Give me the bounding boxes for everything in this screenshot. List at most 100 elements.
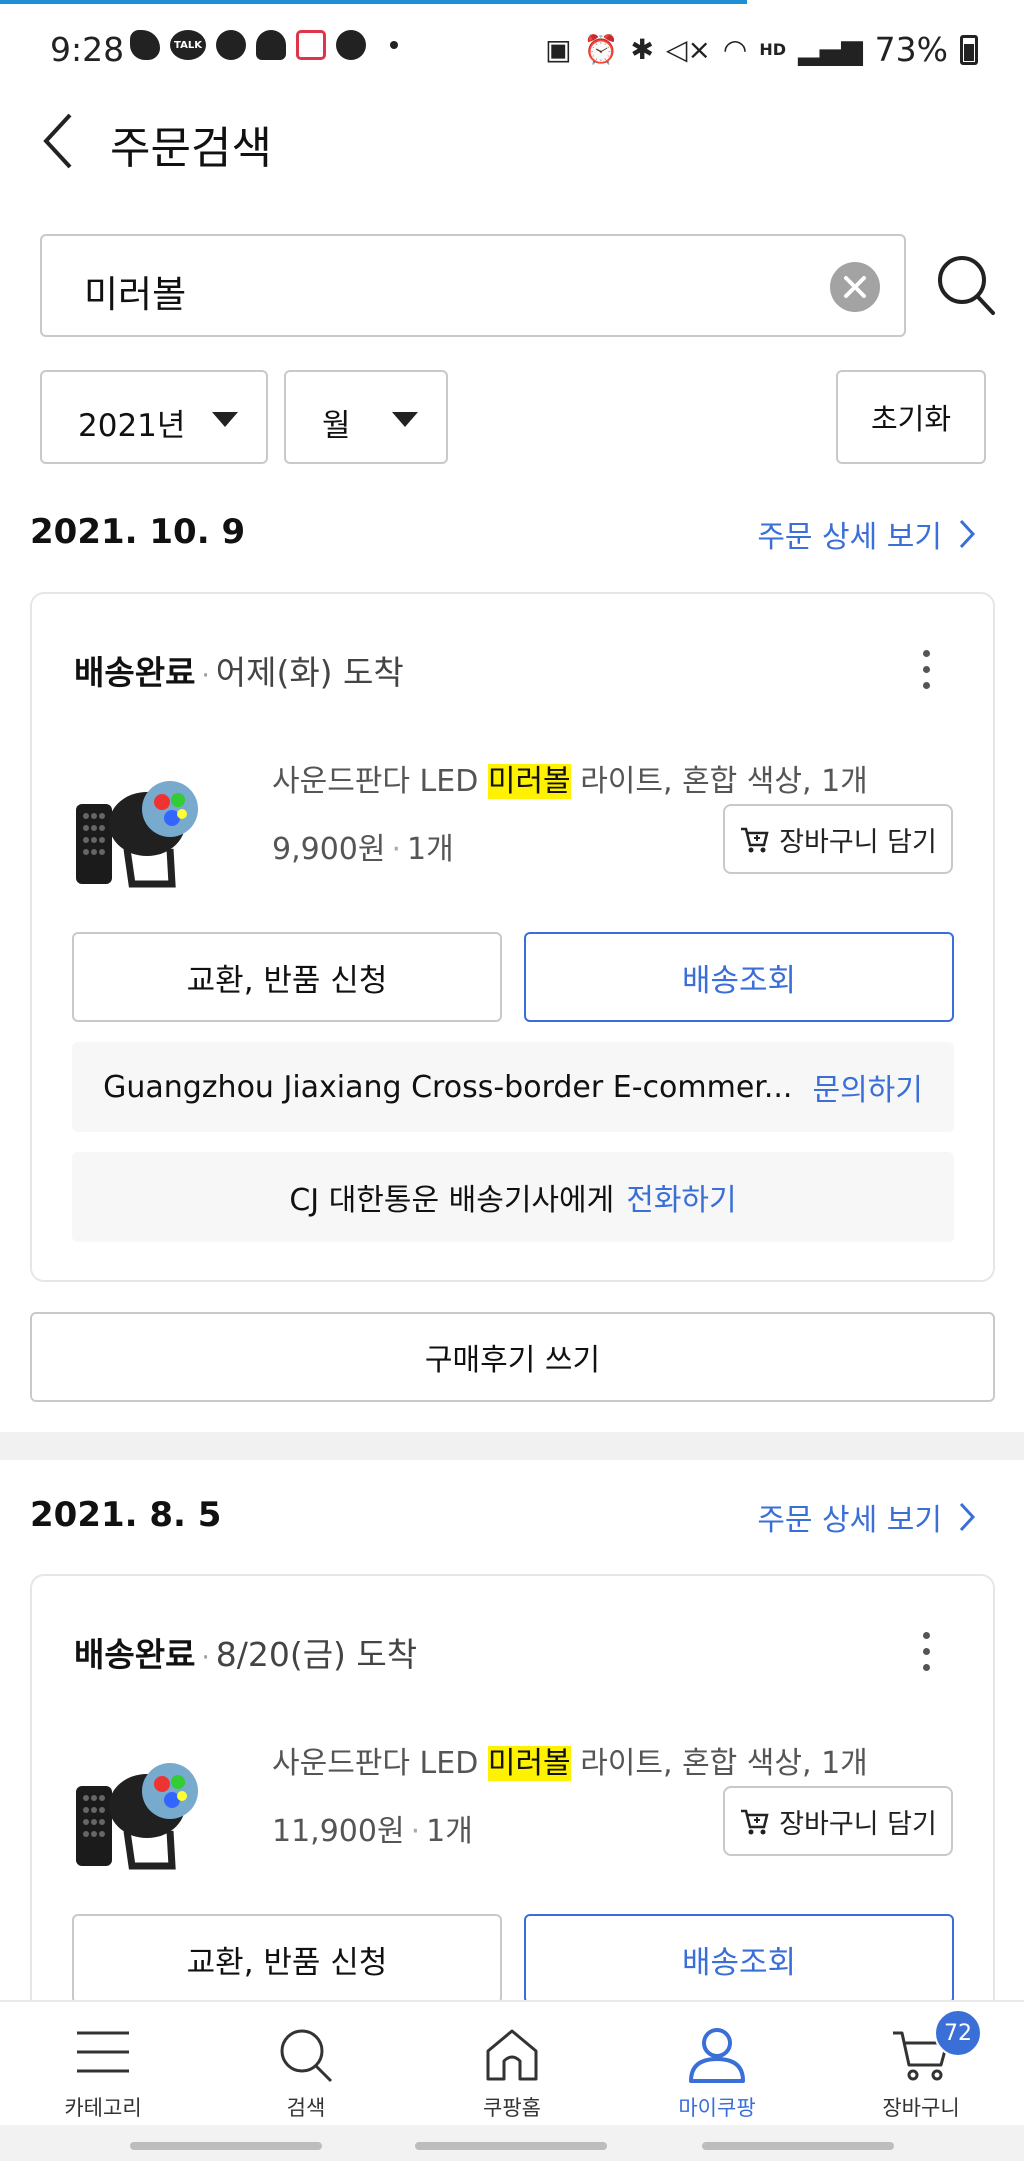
cart-plus-icon	[741, 827, 769, 853]
notification-icons: TALK	[130, 30, 398, 60]
battery-percent: 73%	[874, 30, 948, 69]
product-price: 9,900원 · 1개	[272, 832, 454, 867]
menu-icon	[77, 2031, 129, 2073]
bluetooth-icon: ✱	[630, 33, 654, 66]
price-value: 9,900원	[272, 832, 386, 867]
delivery-status-label: 배송완료	[74, 653, 196, 692]
exchange-return-button[interactable]: 교환, 반품 신청	[72, 932, 502, 1022]
nav-item-search[interactable]: 검색	[206, 2002, 406, 2127]
courier-name: CJ 대한통운 배송기사에게	[289, 1183, 615, 1218]
gesture-pill	[415, 2142, 607, 2150]
calendar-icon	[296, 30, 326, 60]
close-icon	[844, 276, 866, 298]
seller-contact-row: Guangzhou Jiaxiang Cross-border E-commer…	[72, 1042, 954, 1132]
order-detail-label: 주문 상세 보기	[757, 520, 942, 555]
user-icon	[689, 2028, 745, 2083]
delivery-status-label: 배송완료	[74, 1635, 196, 1674]
product-image[interactable]	[72, 1736, 202, 1876]
order-date: 2021. 8. 5	[30, 1495, 222, 1535]
price-value: 11,900원	[272, 1814, 405, 1849]
status-bar: 9:28 TALK ▣ ⏰ ✱ ◁× ◠ HD ▂▄▆ 73%	[0, 0, 1024, 100]
signal-icon: ▂▄▆	[798, 33, 863, 66]
cart-plus-icon	[741, 1809, 769, 1835]
separator-dot: ·	[201, 1643, 210, 1673]
chevron-right-icon	[959, 1502, 976, 1532]
search-keyword-highlight: 미러볼	[487, 764, 571, 799]
add-to-cart-label: 장바구니 담기	[779, 1808, 937, 1840]
courier-contact-row: CJ 대한통운 배송기사에게 전화하기	[72, 1152, 954, 1242]
section-divider	[0, 1432, 1024, 1460]
chat-bubble-icon	[216, 30, 246, 60]
reset-button[interactable]: 초기화	[836, 370, 986, 464]
gesture-pill	[702, 2142, 894, 2150]
search-icon	[938, 256, 995, 315]
cart-count-badge: 72	[934, 2009, 982, 2057]
hd-voice-badge: HD	[759, 39, 787, 59]
quantity-value: 1개	[407, 832, 454, 867]
courier-call-link[interactable]: 전화하기	[626, 1175, 736, 1219]
battery-saver-icon: ▣	[545, 33, 572, 66]
add-to-cart-button[interactable]: 장바구니 담기	[723, 1786, 953, 1856]
seller-inquiry-link[interactable]: 문의하기	[812, 1065, 922, 1109]
order-detail-link[interactable]: 주문 상세 보기	[757, 512, 976, 556]
nav-label: 마이쿠팡	[678, 2096, 756, 2120]
search-input-value: 미러볼	[84, 273, 187, 316]
product-name[interactable]: 사운드판다 LED 미러볼 라이트, 혼합 색상, 1개	[272, 1738, 868, 1782]
chevron-down-icon	[392, 412, 418, 427]
year-select-value: 2021년	[78, 408, 186, 444]
product-price: 11,900원 · 1개	[272, 1814, 473, 1849]
nav-item-mycoupang[interactable]: 마이쿠팡	[617, 2002, 817, 2127]
order-card: 배송완료 · 8/20(금) 도착 사운드판다 LED 미러볼 라이트, 혼합 색상…	[30, 1574, 995, 2034]
quantity-value: 1개	[426, 1814, 473, 1849]
wifi-icon: ◠	[722, 33, 748, 66]
more-options-icon[interactable]	[923, 1632, 933, 1680]
clear-search-button[interactable]	[830, 262, 880, 312]
nav-label: 카테고리	[64, 2096, 142, 2120]
mute-icon: ◁×	[665, 33, 711, 66]
order-detail-label: 주문 상세 보기	[757, 1503, 942, 1538]
home-icon	[486, 2029, 538, 2081]
write-review-button[interactable]: 구매후기 쓰기	[30, 1312, 995, 1402]
arrival-date: 어제(화) 도착	[215, 653, 404, 692]
status-time: 9:28	[50, 30, 125, 69]
system-status-icons: ▣ ⏰ ✱ ◁× ◠ HD ▂▄▆ 73%	[545, 30, 978, 69]
separator-dot: ·	[201, 661, 210, 691]
nav-label: 쿠팡홈	[483, 2096, 541, 2120]
nav-item-category[interactable]: 카테고리	[3, 2002, 203, 2127]
search-button[interactable]	[936, 254, 996, 316]
bottom-navigation: 카테고리 검색 쿠팡홈 마이쿠팡 장바구니	[0, 2000, 1024, 2125]
track-delivery-button[interactable]: 배송조회	[524, 932, 954, 1022]
product-image[interactable]	[72, 754, 202, 894]
alarm-icon: ⏰	[583, 33, 619, 66]
more-options-icon[interactable]	[923, 650, 933, 698]
back-arrow-icon[interactable]	[40, 113, 80, 169]
exchange-return-button[interactable]: 교환, 반품 신청	[72, 1914, 502, 2004]
order-detail-link[interactable]: 주문 상세 보기	[757, 1495, 976, 1539]
order-card: 배송완료 · 어제(화) 도착 사운드판다 LED 미러볼 라이트, 혼합 색상, …	[30, 592, 995, 1282]
order-date: 2021. 10. 9	[30, 512, 246, 552]
app-notification-icon	[130, 30, 160, 60]
nav-label: 장바구니	[882, 2096, 960, 2120]
add-to-cart-label: 장바구니 담기	[779, 826, 937, 858]
track-delivery-button[interactable]: 배송조회	[524, 1914, 954, 2004]
search-icon	[280, 2029, 333, 2083]
chat-bubble-icon	[336, 30, 366, 60]
delivery-status: 배송완료 · 어제(화) 도착	[74, 646, 404, 694]
product-name[interactable]: 사운드판다 LED 미러볼 라이트, 혼합 색상, 1개	[272, 756, 868, 800]
nav-label: 검색	[286, 2096, 326, 2120]
kakaotalk-icon: TALK	[170, 30, 206, 60]
seller-name: Guangzhou Jiaxiang Cross-border E-commer…	[103, 1069, 793, 1105]
add-to-cart-button[interactable]: 장바구니 담기	[723, 804, 953, 874]
arrival-date: 8/20(금) 도착	[215, 1635, 418, 1674]
month-select[interactable]: 월	[284, 370, 448, 464]
battery-icon	[960, 34, 978, 65]
month-select-value: 월	[322, 408, 351, 444]
chevron-down-icon	[212, 412, 238, 427]
app-notification-icon	[256, 30, 286, 60]
nav-item-home[interactable]: 쿠팡홈	[412, 2002, 612, 2127]
search-input[interactable]: 미러볼	[40, 234, 906, 337]
year-select[interactable]: 2021년	[40, 370, 268, 464]
nav-item-cart[interactable]: 장바구니	[821, 2002, 1021, 2127]
system-gesture-bar	[0, 2125, 1024, 2161]
chevron-right-icon	[959, 519, 976, 549]
